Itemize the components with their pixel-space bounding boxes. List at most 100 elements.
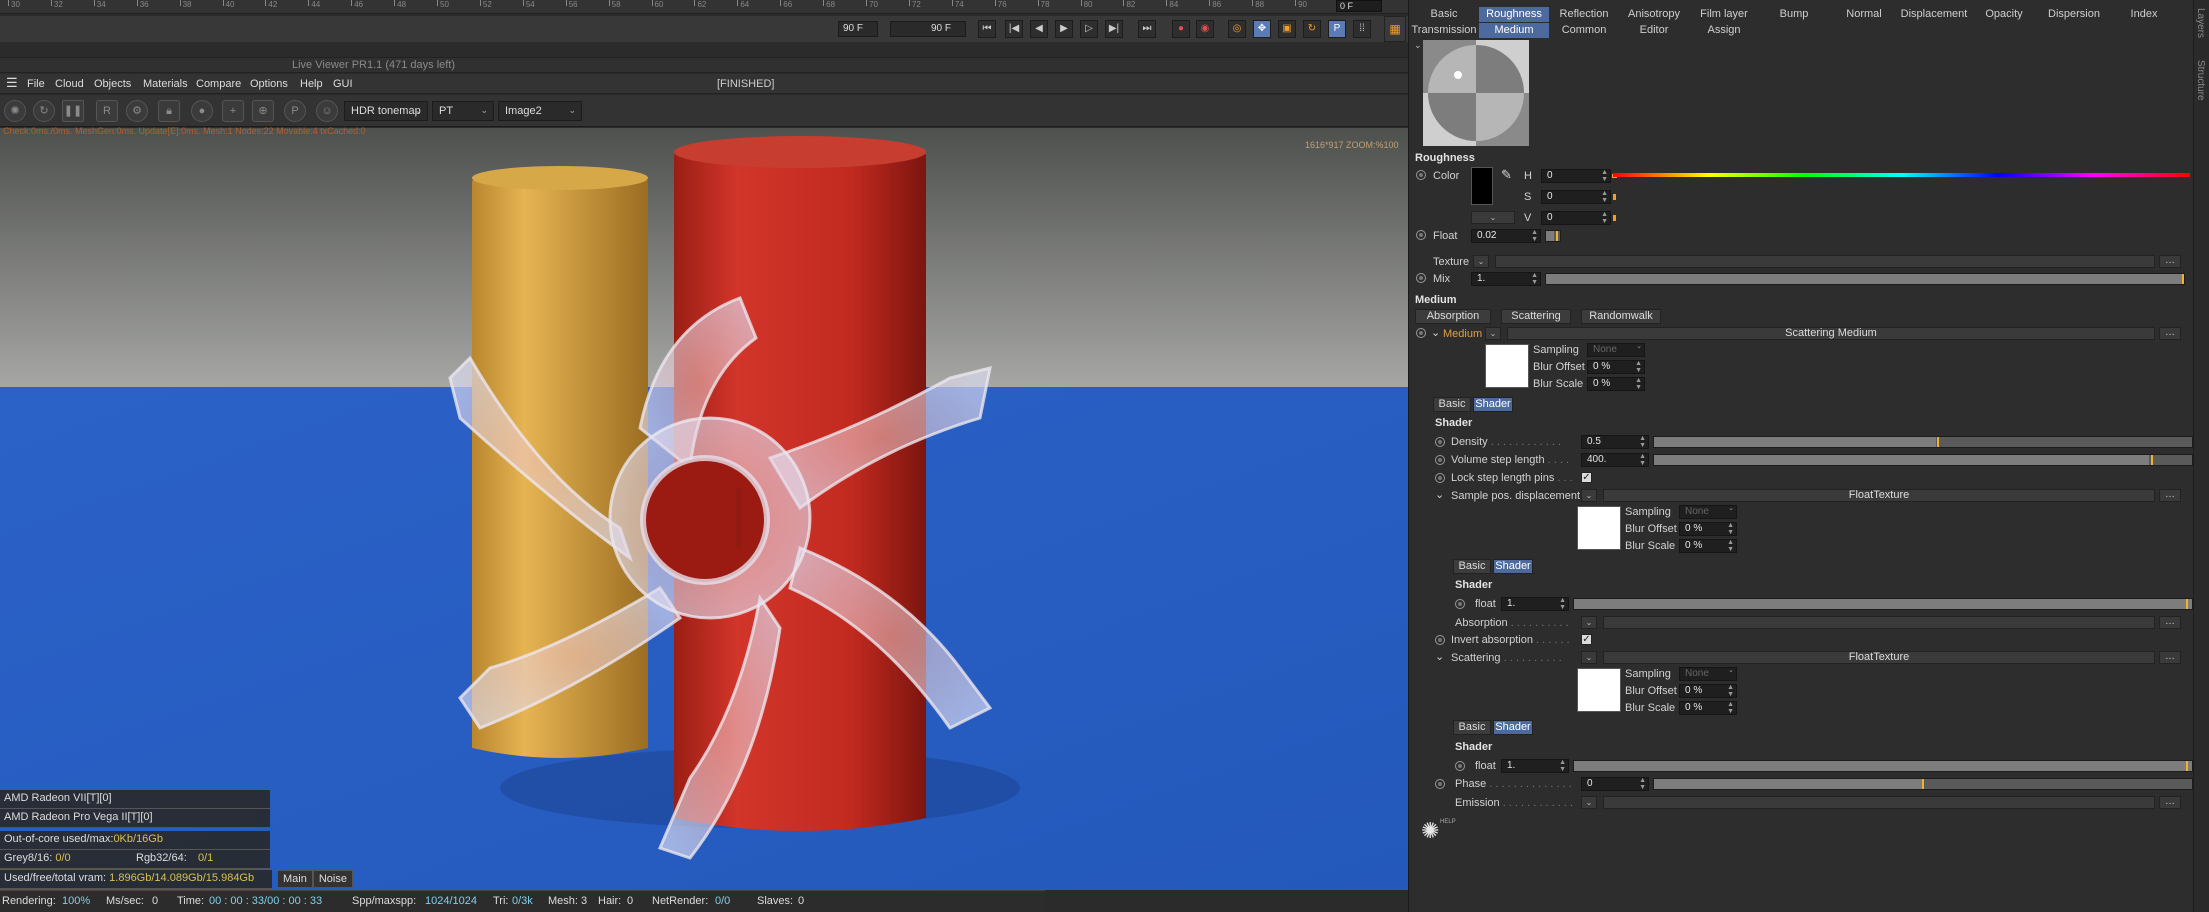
tonemap-dropdown[interactable]: HDR tonemap ⌄	[344, 101, 428, 121]
absorption-shader-slot[interactable]	[1603, 616, 2155, 629]
tab-transmission[interactable]: Transmission	[1409, 23, 1479, 38]
collapse-icon[interactable]: ⌄	[1435, 488, 1444, 501]
tab-film-layer[interactable]: Film layer	[1689, 7, 1759, 22]
go-end-icon[interactable]: ⏭	[1138, 20, 1156, 38]
lock-checkbox[interactable]: ✓	[1581, 472, 1592, 483]
tab-normal[interactable]: Normal	[1829, 7, 1899, 22]
animate-icon[interactable]	[1416, 328, 1426, 338]
next-key-icon[interactable]: ▶|	[1105, 20, 1123, 38]
tab-assign[interactable]: Assign	[1689, 23, 1759, 38]
scattering-preview[interactable]	[1577, 668, 1621, 712]
sc-blur-scale-field[interactable]: 0 % ▲ ▼	[1679, 701, 1737, 715]
emission-options-button[interactable]: …	[2159, 796, 2181, 809]
region-render-icon[interactable]: R	[96, 100, 118, 122]
clay-mode-icon[interactable]: ☺	[316, 100, 338, 122]
animate-icon[interactable]	[1435, 473, 1445, 483]
invert-checkbox[interactable]: ✓	[1581, 634, 1592, 645]
float-slider[interactable]	[1545, 230, 1561, 242]
medium-preview[interactable]	[1485, 344, 1529, 388]
basic-subtab[interactable]: Basic	[1433, 397, 1471, 412]
end-frame-field[interactable]: 90 F	[890, 21, 966, 37]
eyedropper-icon[interactable]: ✎	[1501, 167, 1512, 183]
shader-subtab[interactable]: Shader	[1493, 720, 1533, 735]
step-field[interactable]: 400. ▲ ▼	[1581, 453, 1649, 467]
menu-options[interactable]: Options	[250, 78, 288, 90]
step-slider[interactable]	[1653, 454, 2193, 466]
s-field[interactable]: 0 ▲ ▼	[1541, 190, 1611, 204]
menu-gui[interactable]: GUI	[333, 78, 353, 90]
focus-picker-icon[interactable]: ⊕	[252, 100, 274, 122]
density-slider[interactable]	[1653, 436, 2193, 448]
h-field[interactable]: 0 ▲ ▼	[1541, 169, 1611, 183]
spinner-icon[interactable]: ▲ ▼	[1601, 190, 1608, 204]
step-back-icon[interactable]: ◀	[1030, 20, 1048, 38]
animate-icon[interactable]	[1416, 273, 1426, 283]
animate-icon[interactable]	[1435, 437, 1445, 447]
spd-blur-scale-field[interactable]: 0 % ▲ ▼	[1679, 539, 1737, 553]
step-forward-icon[interactable]: ▷	[1080, 20, 1098, 38]
texture-slot[interactable]	[1495, 255, 2155, 268]
prev-key-icon[interactable]: |◀	[1005, 20, 1023, 38]
tab-noise[interactable]: Noise	[312, 870, 353, 888]
tab-dispersion[interactable]: Dispersion	[2039, 7, 2109, 22]
material-preview[interactable]	[1423, 40, 1529, 146]
menu-cloud[interactable]: Cloud	[55, 78, 84, 90]
absorption-options-button[interactable]: …	[2159, 616, 2181, 629]
menu-help[interactable]: Help	[300, 78, 323, 90]
tab-displacement[interactable]: Displacement	[1899, 7, 1969, 22]
mix-slider[interactable]	[1545, 273, 2185, 285]
layers-tab[interactable]: Layers	[2195, 8, 2206, 38]
menu-compare[interactable]: Compare	[196, 78, 241, 90]
basic-subtab[interactable]: Basic	[1453, 720, 1491, 735]
spd-preview[interactable]	[1577, 506, 1621, 550]
blur-offset-field[interactable]: 0 % ▲ ▼	[1587, 360, 1645, 374]
scattering-subtab[interactable]: Scattering	[1501, 309, 1571, 324]
phase-field[interactable]: 0 ▲ ▼	[1581, 777, 1649, 791]
scattering-dropdown[interactable]: ⌄	[1581, 651, 1597, 664]
collapse-icon[interactable]: ⌄	[1431, 326, 1440, 339]
sc-blur-offset-field[interactable]: 0 % ▲ ▼	[1679, 684, 1737, 698]
tab-reflection[interactable]: Reflection	[1549, 7, 1619, 22]
tab-opacity[interactable]: Opacity	[1969, 7, 2039, 22]
medium-options-button[interactable]: …	[2159, 327, 2181, 340]
scale-key-icon[interactable]: ▣	[1278, 20, 1296, 38]
spinner-icon[interactable]: ▲ ▼	[1727, 522, 1734, 536]
record-icon[interactable]: ●	[1172, 20, 1190, 38]
color-swatch[interactable]	[1471, 167, 1493, 205]
menu-materials[interactable]: Materials	[143, 78, 188, 90]
shader-subtab[interactable]: Shader	[1473, 397, 1513, 412]
sampling-dropdown[interactable]: None ⌄	[1587, 343, 1645, 357]
spd-shader-slot[interactable]: FloatTexture	[1603, 489, 2155, 502]
spinner-icon[interactable]: ▲ ▼	[1727, 539, 1734, 553]
color-mode-dropdown[interactable]: ⌄	[1471, 211, 1515, 224]
menu-file[interactable]: File	[27, 78, 45, 90]
float-field[interactable]: 0.02 ▲ ▼	[1471, 229, 1541, 243]
current-frame-field[interactable]: 0 F	[1336, 0, 1382, 12]
shader-subtab[interactable]: Shader	[1493, 559, 1533, 574]
play-icon[interactable]: ▶	[1055, 20, 1073, 38]
tab-anisotropy[interactable]: Anisotropy	[1619, 7, 1689, 22]
spinner-icon[interactable]: ▲ ▼	[1601, 211, 1608, 225]
scattering-shader-slot[interactable]: FloatTexture	[1603, 651, 2155, 664]
spinner-icon[interactable]: ▲ ▼	[1639, 453, 1646, 467]
spinner-icon[interactable]: ▲ ▼	[1639, 777, 1646, 791]
sc-float-slider[interactable]	[1573, 760, 2193, 772]
texture-options-button[interactable]: …	[2159, 255, 2181, 268]
medium-dropdown[interactable]: ⌄	[1485, 327, 1501, 340]
hamburger-icon[interactable]: ☰	[6, 75, 18, 91]
add-layer-icon[interactable]: +	[222, 100, 244, 122]
medium-shader-slot[interactable]: Scattering Medium	[1507, 327, 2155, 340]
spinner-icon[interactable]: ▲ ▼	[1639, 435, 1646, 449]
tab-editor[interactable]: Editor	[1619, 23, 1689, 38]
go-start-icon[interactable]: ⏮	[978, 20, 996, 38]
spd-float-slider[interactable]	[1573, 598, 2193, 610]
collapse-icon[interactable]: ⌄	[1435, 650, 1444, 663]
animate-icon[interactable]	[1435, 635, 1445, 645]
octane-logo-icon[interactable]: ✺	[1421, 818, 1439, 844]
spinner-icon[interactable]: ▲ ▼	[1531, 272, 1538, 286]
spinner-icon[interactable]: ▲ ▼	[1727, 701, 1734, 715]
lock-icon[interactable]: 🔒︎	[158, 100, 180, 122]
structure-tab[interactable]: Structure	[2195, 60, 2206, 101]
spd-dropdown[interactable]: ⌄	[1581, 489, 1597, 502]
animate-icon[interactable]	[1455, 761, 1465, 771]
